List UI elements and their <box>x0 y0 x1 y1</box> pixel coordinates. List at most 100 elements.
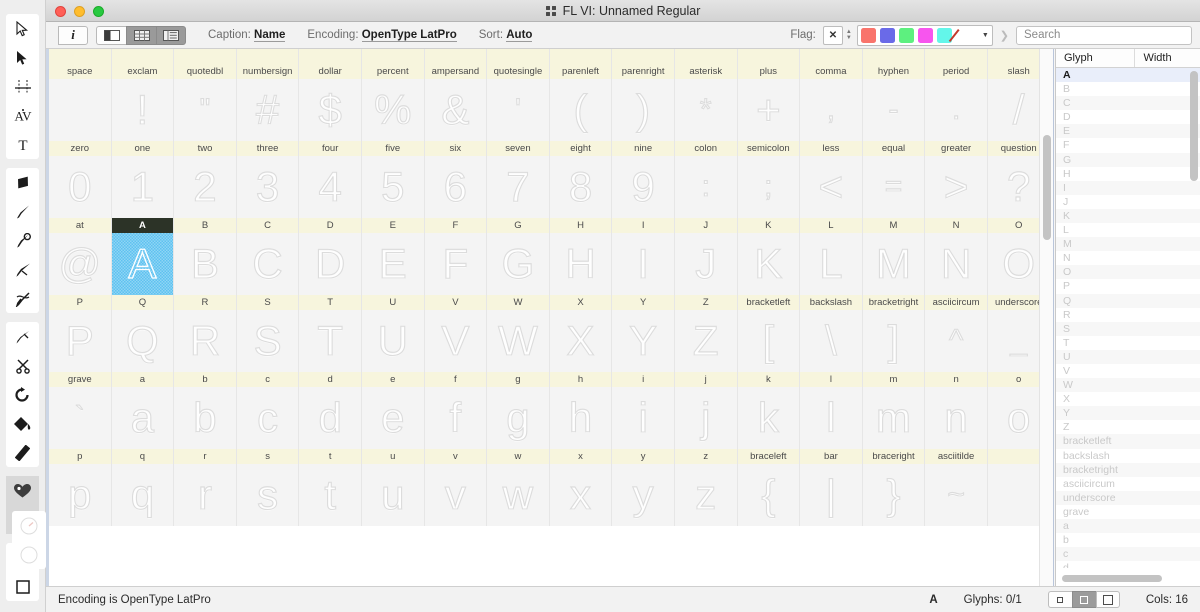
glyph-cell-empty[interactable] <box>800 49 863 64</box>
glyph-list-item[interactable]: C <box>1056 96 1200 110</box>
flag-clear-button[interactable]: ✕ <box>823 26 843 45</box>
glyph-cell-R[interactable]: RR <box>174 295 237 372</box>
glyph-list-item[interactable]: a <box>1056 519 1200 533</box>
glyph-cell-N[interactable]: NN <box>925 218 988 295</box>
glyph-list-vertical-scrollbar[interactable] <box>1190 71 1198 181</box>
glyph-list-item[interactable]: underscore <box>1056 491 1200 505</box>
glyph-cell-seven[interactable]: seven7 <box>487 141 550 218</box>
flag-swatch-magenta[interactable] <box>918 28 933 43</box>
flag-swatch-green[interactable] <box>899 28 914 43</box>
scissors-tool[interactable] <box>6 351 39 380</box>
glyph-list-item[interactable]: bracketright <box>1056 463 1200 477</box>
edit-tool[interactable] <box>6 14 39 43</box>
glyph-list-item[interactable]: L <box>1056 223 1200 237</box>
glyph-cell-empty[interactable] <box>487 49 550 64</box>
glyph-cell-c[interactable]: cc <box>237 372 300 449</box>
flag-stepper[interactable]: ▲ ▼ <box>846 29 852 41</box>
glyph-cell-n[interactable]: nn <box>925 372 988 449</box>
glyph-cell-parenright[interactable]: parenright) <box>612 64 675 141</box>
glyph-list-item[interactable]: Y <box>1056 406 1200 420</box>
minimize-window-button[interactable] <box>74 6 85 17</box>
glyph-cell-r[interactable]: rr <box>174 449 237 526</box>
caption-setting[interactable]: Caption: Name <box>208 29 285 41</box>
glyph-list-item[interactable]: B <box>1056 82 1200 96</box>
grid-scrollbar-thumb[interactable] <box>1043 135 1051 240</box>
glyph-cell-empty[interactable] <box>863 49 926 64</box>
glyph-list-item[interactable]: grave <box>1056 505 1200 519</box>
chevron-down-icon[interactable]: ▼ <box>982 32 989 39</box>
text-tool[interactable]: T <box>6 130 39 159</box>
glyph-cell-plus[interactable]: plus+ <box>738 64 801 141</box>
select-tool[interactable] <box>6 43 39 72</box>
glyph-list-item[interactable]: backslash <box>1056 449 1200 463</box>
glyph-list-item[interactable]: T <box>1056 336 1200 350</box>
info-button[interactable]: i <box>58 26 88 45</box>
glyph-cell-P[interactable]: PP <box>49 295 112 372</box>
glyph-cell-X[interactable]: XX <box>550 295 613 372</box>
glyph-list-item[interactable]: Q <box>1056 294 1200 308</box>
glyph-list-item[interactable]: D <box>1056 110 1200 124</box>
knife-tool[interactable] <box>6 322 39 351</box>
glyph-list-item[interactable]: P <box>1056 279 1200 293</box>
glyph-cell-empty[interactable] <box>675 49 738 64</box>
zoom-small-button[interactable] <box>1048 591 1072 608</box>
glyph-cell-Z[interactable]: ZZ <box>675 295 738 372</box>
glyph-cell-five[interactable]: five5 <box>362 141 425 218</box>
glyph-cell-quotedbl[interactable]: quotedbl" <box>174 64 237 141</box>
glyph-cell-braceright[interactable]: braceright} <box>863 449 926 526</box>
glyph-cell-q[interactable]: qq <box>112 449 175 526</box>
glyph-cell-braceleft[interactable]: braceleft{ <box>738 449 801 526</box>
glyph-cell-C[interactable]: CC <box>237 218 300 295</box>
glyph-list-item[interactable]: J <box>1056 195 1200 209</box>
glyph-cell-M[interactable]: MM <box>863 218 926 295</box>
rectangle-tool[interactable] <box>6 572 39 601</box>
glyph-cell-empty[interactable] <box>299 49 362 64</box>
glyph-cell-v[interactable]: vv <box>425 449 488 526</box>
glyph-cell-exclam[interactable]: exclam! <box>112 64 175 141</box>
glyph-list-item[interactable]: G <box>1056 153 1200 167</box>
brush-tool[interactable] <box>6 197 39 226</box>
glyph-list-rows[interactable]: ABCDEFGHIJKLMNOPQRSTUVWXYZbracketleftbac… <box>1056 68 1200 568</box>
glyph-cell-bracketright[interactable]: bracketright] <box>863 295 926 372</box>
glyph-cell-at[interactable]: at@ <box>49 218 112 295</box>
search-input[interactable]: Search <box>1016 26 1192 45</box>
glyph-cell-numbersign[interactable]: numbersign# <box>237 64 300 141</box>
glyph-cell-H[interactable]: HH <box>550 218 613 295</box>
glyph-cell-bar[interactable]: bar| <box>800 449 863 526</box>
glyph-cell-bracketleft[interactable]: bracketleft[ <box>738 295 801 372</box>
glyph-cell-asterisk[interactable]: asterisk* <box>675 64 738 141</box>
maximize-window-button[interactable] <box>93 6 104 17</box>
rapid-pen-tool[interactable] <box>6 255 39 284</box>
glyph-cell-a[interactable]: aa <box>112 372 175 449</box>
column-header-glyph[interactable]: Glyph <box>1056 49 1135 67</box>
glyph-cell-empty[interactable] <box>174 49 237 64</box>
grid-view-button[interactable] <box>126 26 156 45</box>
glyph-cell-six[interactable]: six6 <box>425 141 488 218</box>
glyph-cell-comma[interactable]: comma, <box>800 64 863 141</box>
glyph-list-item[interactable]: K <box>1056 209 1200 223</box>
column-header-width[interactable]: Width <box>1135 49 1200 67</box>
glyph-list-item[interactable]: d <box>1056 561 1200 568</box>
glyph-cell-W[interactable]: WW <box>487 295 550 372</box>
glyph-cell-greater[interactable]: greater> <box>925 141 988 218</box>
glyph-cell-nine[interactable]: nine9 <box>612 141 675 218</box>
glyph-list-item[interactable]: V <box>1056 364 1200 378</box>
glyph-list-item[interactable]: N <box>1056 251 1200 265</box>
glyph-cell-A[interactable]: AA <box>112 218 175 295</box>
glyph-cell-empty[interactable] <box>425 49 488 64</box>
gauge-tool[interactable] <box>12 511 46 540</box>
glyph-cell-V[interactable]: VV <box>425 295 488 372</box>
glyph-cell-less[interactable]: less< <box>800 141 863 218</box>
glyph-cell-S[interactable]: SS <box>237 295 300 372</box>
glyph-cell-colon[interactable]: colon: <box>675 141 738 218</box>
glyph-cell-d[interactable]: dd <box>299 372 362 449</box>
glyph-cell-empty[interactable] <box>112 49 175 64</box>
zoom-medium-button[interactable] <box>1072 591 1096 608</box>
glyph-cell-w[interactable]: ww <box>487 449 550 526</box>
glyph-cell-G[interactable]: GG <box>487 218 550 295</box>
glyph-cell-Q[interactable]: QQ <box>112 295 175 372</box>
glyph-cell-period[interactable]: period. <box>925 64 988 141</box>
glyph-cell-z[interactable]: zz <box>675 449 738 526</box>
no-color-slash-icon[interactable] <box>956 28 976 43</box>
glyph-cell-asciicircum[interactable]: asciicircum^ <box>925 295 988 372</box>
